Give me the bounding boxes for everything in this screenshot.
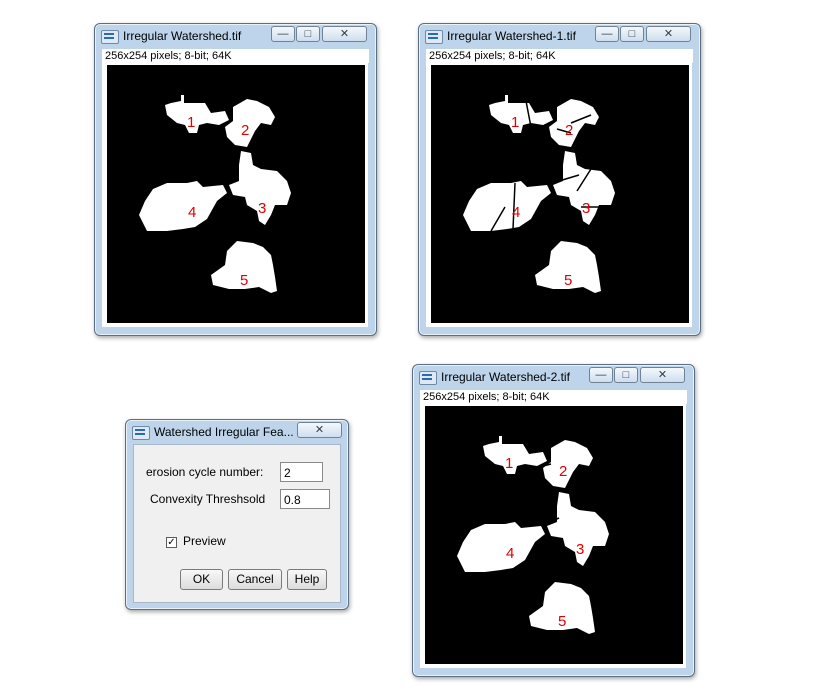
particle-label-1: 1 <box>505 455 513 472</box>
particle-1 <box>165 95 229 133</box>
erosion-label: erosion cycle number: <box>146 465 264 479</box>
ok-button[interactable]: OK <box>180 569 223 590</box>
close-button[interactable]: ✕ <box>322 26 367 42</box>
image-info: 256x254 pixels; 8-bit; 64K <box>102 49 369 63</box>
imagej-icon <box>101 30 119 44</box>
close-button[interactable]: ✕ <box>297 422 342 438</box>
particle-4 <box>457 522 545 572</box>
dialog-body: erosion cycle number: Convexity Threshso… <box>133 444 341 603</box>
maximize-button[interactable]: □ <box>614 367 638 383</box>
particle-label-5: 5 <box>564 272 572 289</box>
title-bar[interactable]: Irregular Watershed-1.tif — □ ✕ <box>419 24 700 48</box>
imagej-icon <box>132 426 150 440</box>
minimize-button[interactable]: — <box>595 26 619 42</box>
particles <box>457 436 609 634</box>
maximize-button[interactable]: □ <box>296 26 320 42</box>
minimize-button[interactable]: — <box>589 367 613 383</box>
particle-4 <box>139 181 227 231</box>
window-title: Irregular Watershed-1.tif <box>447 29 576 43</box>
image-canvas[interactable]: 1 2 3 4 5 <box>107 65 365 323</box>
image-window-watershed-1[interactable]: Irregular Watershed-1.tif — □ ✕ 256x254 … <box>418 23 701 336</box>
image-frame: 1 2 3 4 5 <box>102 63 368 327</box>
binary-image: 1 2 3 4 5 <box>457 436 609 634</box>
particle-label-2: 2 <box>559 463 567 480</box>
image-window-watershed-2[interactable]: Irregular Watershed-2.tif — □ ✕ 256x254 … <box>412 364 695 677</box>
particle-label-2: 2 <box>241 122 249 139</box>
preview-label: Preview <box>183 534 226 548</box>
particle-4 <box>463 181 551 231</box>
particle-label-3: 3 <box>576 541 584 558</box>
title-bar[interactable]: Irregular Watershed.tif — □ ✕ <box>95 24 376 48</box>
particle-1 <box>489 95 553 133</box>
minimize-button[interactable]: — <box>271 26 295 42</box>
particle-label-1: 1 <box>511 114 519 131</box>
image-info: 256x254 pixels; 8-bit; 64K <box>426 49 693 63</box>
image-window-original[interactable]: Irregular Watershed.tif — □ ✕ 256x254 pi… <box>94 23 377 336</box>
particle-2 <box>549 99 599 147</box>
close-button[interactable]: ✕ <box>646 26 691 42</box>
imagej-icon <box>425 30 443 44</box>
dialog-title-bar[interactable]: Watershed Irregular Fea... ✕ <box>126 420 348 444</box>
particle-label-5: 5 <box>240 272 248 289</box>
particle-label-3: 3 <box>258 200 266 217</box>
particle-1 <box>483 436 547 474</box>
particles <box>139 95 291 293</box>
cancel-button[interactable]: Cancel <box>228 569 282 590</box>
window-title: Irregular Watershed-2.tif <box>441 370 570 384</box>
particle-label-4: 4 <box>188 204 196 221</box>
imagej-icon <box>419 371 437 385</box>
dialog-title: Watershed Irregular Fea... <box>154 425 294 439</box>
maximize-button[interactable]: □ <box>620 26 644 42</box>
image-info: 256x254 pixels; 8-bit; 64K <box>420 390 687 404</box>
binary-image: 1 2 3 4 5 <box>463 95 615 293</box>
close-button[interactable]: ✕ <box>640 367 685 383</box>
help-button[interactable]: Help <box>287 569 327 590</box>
particle-label-2: 2 <box>565 122 573 139</box>
image-frame: 1 2 3 4 5 <box>420 404 686 668</box>
image-frame: 1 2 3 4 5 <box>426 63 692 327</box>
binary-image: 1 2 3 4 5 <box>139 95 291 293</box>
particle-label-4: 4 <box>512 204 520 221</box>
window-title: Irregular Watershed.tif <box>123 29 242 43</box>
convexity-threshold-input[interactable] <box>280 489 330 509</box>
convexity-label: Convexity Threshsold <box>150 492 266 506</box>
particle-2 <box>225 99 275 147</box>
particles <box>463 95 615 293</box>
particle-label-4: 4 <box>506 545 514 562</box>
particle-label-1: 1 <box>187 114 195 131</box>
particle-label-5: 5 <box>558 613 566 630</box>
image-canvas[interactable]: 1 2 3 4 5 <box>425 406 683 664</box>
erosion-cycle-input[interactable] <box>280 462 323 482</box>
watershed-dialog[interactable]: Watershed Irregular Fea... ✕ erosion cyc… <box>125 419 349 610</box>
preview-checkbox[interactable]: ✓ <box>166 537 177 548</box>
title-bar[interactable]: Irregular Watershed-2.tif — □ ✕ <box>413 365 694 389</box>
particle-label-3: 3 <box>582 200 590 217</box>
image-canvas[interactable]: 1 2 3 4 5 <box>431 65 689 323</box>
